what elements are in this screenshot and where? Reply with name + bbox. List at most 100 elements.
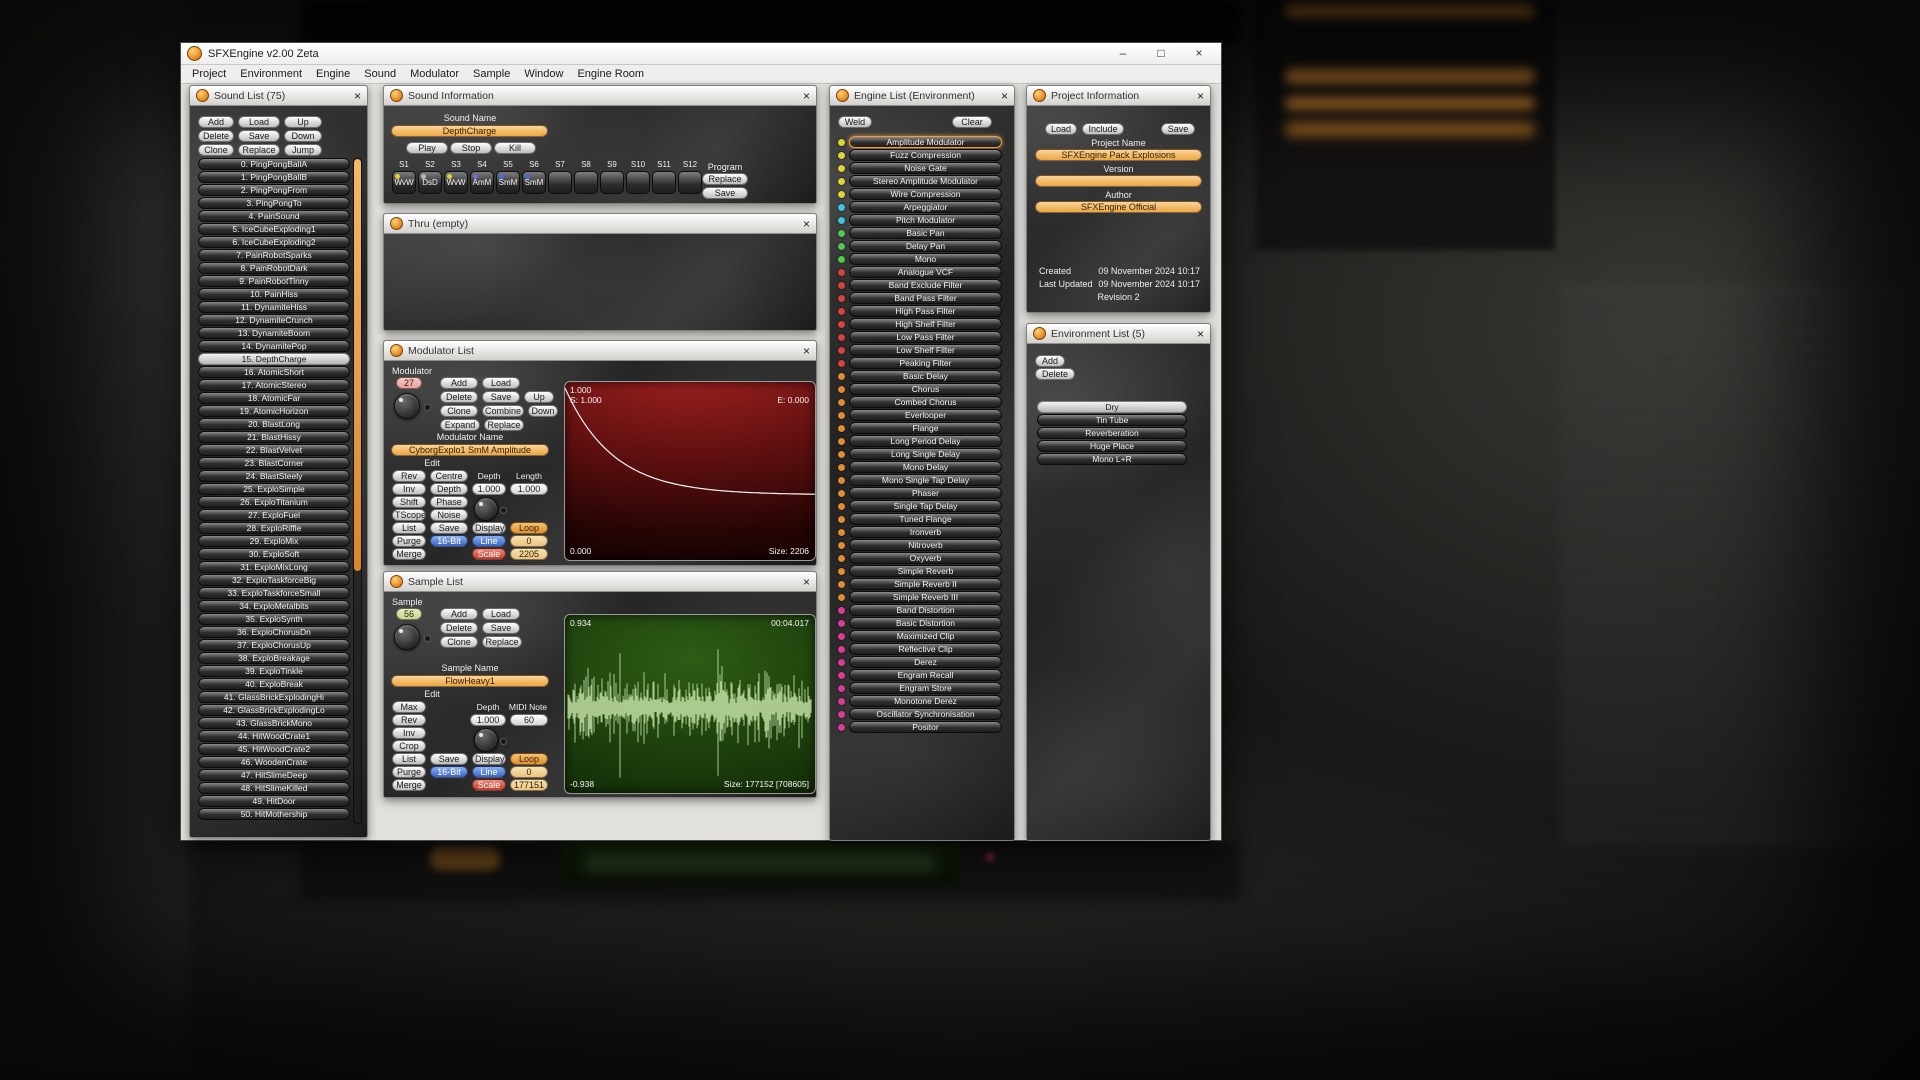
modulator-offset-value[interactable]: 0 [510, 535, 548, 547]
sound-list-item[interactable]: 14. DynamitePop [198, 340, 350, 352]
minimize-icon[interactable]: – [1107, 44, 1139, 63]
sound-list-item[interactable]: 6. IceCubeExploding2 [198, 236, 350, 248]
sound-list-item[interactable]: 41. GlassBrickExplodingHi [198, 691, 350, 703]
sound-list-item[interactable]: 19. AtomicHorizon [198, 405, 350, 417]
engine-list-item[interactable]: Engram Recall [838, 669, 1002, 681]
sound-list-item[interactable]: 7. PainRobotSparks [198, 249, 350, 261]
sound-list-item[interactable]: 46. WoodenCrate [198, 756, 350, 768]
sample-waveform-display[interactable]: 0.934 00:04.017 -0.938 Size: 177152 [708… [564, 614, 816, 794]
modulator-purge-button[interactable]: Purge [392, 535, 426, 547]
engine-list-item[interactable]: Long Period Delay [838, 435, 1002, 447]
sound-list-item[interactable]: 35. ExploSynth [198, 613, 350, 625]
environment-list-item[interactable]: Reverberation [1037, 427, 1187, 439]
sound-list-item[interactable]: 9. PainRobotTinny [198, 275, 350, 287]
project-information-titlebar[interactable]: Project Information × [1027, 86, 1210, 106]
sound-list-item[interactable]: 23. BlastCorner [198, 457, 350, 469]
sample-save2-button[interactable]: Save [430, 753, 468, 765]
sample-list-titlebar[interactable]: Sample List × [384, 572, 816, 592]
program-replace-button[interactable]: Replace [702, 173, 748, 185]
engine-list-item[interactable]: Chorus [838, 383, 1002, 395]
environment-list-item[interactable]: Mono L+R [1037, 453, 1187, 465]
engine-list-item[interactable]: Single Tap Delay [838, 500, 1002, 512]
sample-max-button[interactable]: Max [392, 701, 426, 713]
save-button[interactable]: Save [238, 130, 280, 142]
sound-list-item[interactable]: 32. ExploTaskforceBig [198, 574, 350, 586]
sample-purge-button[interactable]: Purge [392, 766, 426, 778]
sample-clone-button[interactable]: Clone [440, 636, 478, 648]
sample-crop-button[interactable]: Crop [392, 740, 426, 752]
close-icon[interactable]: × [803, 341, 810, 361]
sound-list-item[interactable]: 47. HitSlimeDeep [198, 769, 350, 781]
sound-list-item[interactable]: 38. ExploBreakage [198, 652, 350, 664]
close-icon[interactable]: × [354, 86, 361, 106]
modulator-add-button[interactable]: Add [440, 377, 478, 389]
modulator-select-knob[interactable] [394, 393, 420, 419]
sample-scale-value[interactable]: 177151 [510, 779, 548, 791]
sound-list-item[interactable]: 21. BlastHissy [198, 431, 350, 443]
engine-list-item[interactable]: Monotone Derez [838, 695, 1002, 707]
sound-list-item[interactable]: 16. AtomicShort [198, 366, 350, 378]
maximize-icon[interactable]: □ [1145, 44, 1177, 63]
sample-depth-value[interactable]: 1.000 [470, 714, 506, 726]
sample-save-button[interactable]: Save [482, 622, 520, 634]
sample-delete-button[interactable]: Delete [440, 622, 478, 634]
sample-merge-button[interactable]: Merge [392, 779, 426, 791]
modulator-save-button[interactable]: Save [482, 391, 520, 403]
sound-list-item[interactable]: 44. HitWoodCrate1 [198, 730, 350, 742]
environment-list-item[interactable]: Dry [1037, 401, 1187, 413]
engine-list-item[interactable]: Wire Compression [838, 188, 1002, 200]
sample-midi-value[interactable]: 60 [510, 714, 548, 726]
sample-loop-toggle[interactable]: Loop [510, 753, 548, 765]
modulator-display-button[interactable]: Display [472, 522, 506, 534]
sound-list-item[interactable]: 13. DynamiteBoom [198, 327, 350, 339]
sound-list-item[interactable]: 42. GlassBrickExplodingLo [198, 704, 350, 716]
modulator-down-button[interactable]: Down [528, 405, 558, 417]
scrollbar-thumb[interactable] [354, 159, 361, 571]
sound-slot[interactable]: S4 AmM [470, 161, 494, 194]
engine-list-item[interactable]: Derez [838, 656, 1002, 668]
close-icon[interactable]: × [1183, 44, 1215, 63]
slot-box[interactable]: SmM [522, 171, 546, 194]
slot-box[interactable] [574, 171, 598, 194]
modulator-tscope-button[interactable]: TScope [392, 509, 426, 521]
engine-list-item[interactable]: Mono Single Tap Delay [838, 474, 1002, 486]
close-icon[interactable]: × [803, 214, 810, 234]
engine-list-item[interactable]: Everlooper [838, 409, 1002, 421]
engine-list-item[interactable]: Basic Distortion [838, 617, 1002, 629]
modulator-merge-button[interactable]: Merge [392, 548, 426, 560]
environment-delete-button[interactable]: Delete [1035, 368, 1075, 380]
engine-list-item[interactable]: Delay Pan [838, 240, 1002, 252]
engine-list-item[interactable]: Band Exclude Filter [838, 279, 1002, 291]
project-author-field[interactable]: SFXEngine Official [1035, 201, 1202, 213]
modulator-length-value[interactable]: 1.000 [510, 483, 548, 495]
engine-list-item[interactable]: Basic Pan [838, 227, 1002, 239]
engine-list-item[interactable]: Peaking Filter [838, 357, 1002, 369]
slot-box[interactable]: DsD [418, 171, 442, 194]
sound-name-field[interactable]: DepthCharge [391, 125, 548, 137]
modulator-edit-knob[interactable] [474, 497, 498, 521]
engine-list-item[interactable]: High Pass Filter [838, 305, 1002, 317]
sound-list-item[interactable]: 17. AtomicStereo [198, 379, 350, 391]
modulator-depth-button[interactable]: Depth [430, 483, 468, 495]
modulator-delete-button[interactable]: Delete [440, 391, 478, 403]
sound-list-item[interactable]: 10. PainHiss [198, 288, 350, 300]
environment-list-titlebar[interactable]: Environment List (5) × [1027, 324, 1210, 344]
jump-button[interactable]: Jump [284, 144, 322, 156]
slot-box[interactable] [626, 171, 650, 194]
menu-item[interactable]: Sound [357, 67, 403, 81]
sound-slot[interactable]: S6 SmM [522, 161, 546, 194]
down-button[interactable]: Down [284, 130, 322, 142]
close-icon[interactable]: × [1197, 324, 1204, 344]
environment-list-item[interactable]: Huge Place [1037, 440, 1187, 452]
modulator-combine-button[interactable]: Combine [482, 405, 524, 417]
modulator-name-field[interactable]: CyborgExplo1 SmM Amplitude [391, 444, 549, 456]
modulator-expand-button[interactable]: Expand [440, 419, 480, 431]
sound-slot[interactable]: S7 [548, 161, 572, 194]
up-button[interactable]: Up [284, 116, 322, 128]
slot-box[interactable]: WvW [444, 171, 468, 194]
engine-list-item[interactable]: Phaser [838, 487, 1002, 499]
play-button[interactable]: Play [406, 142, 448, 154]
environment-add-button[interactable]: Add [1035, 355, 1065, 367]
sample-scale-toggle[interactable]: Scale [472, 779, 506, 791]
engine-list-item[interactable]: Positor [838, 721, 1002, 733]
